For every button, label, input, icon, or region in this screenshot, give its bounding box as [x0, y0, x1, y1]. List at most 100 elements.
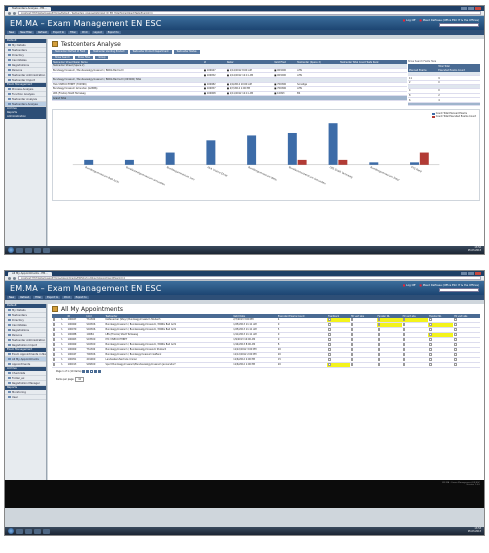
flag-checkbox[interactable] — [454, 348, 457, 351]
flag-checkbox[interactable] — [350, 358, 354, 361]
flag-checkbox[interactable] — [402, 318, 405, 321]
flag-checkbox[interactable] — [350, 343, 354, 346]
maximize-icon[interactable] — [468, 7, 474, 10]
close-icon[interactable] — [475, 7, 481, 10]
taskbar-app-icon[interactable] — [34, 247, 41, 253]
flag-checkbox[interactable] — [454, 318, 457, 321]
flag-checkbox[interactable] — [328, 353, 331, 356]
sidebar-section-administration[interactable]: Administration — [5, 115, 46, 119]
flag-checkbox[interactable] — [328, 343, 331, 346]
flag-checkbox[interactable] — [429, 358, 432, 361]
flag-checkbox[interactable] — [454, 328, 457, 331]
flag-checkbox[interactable] — [402, 328, 405, 331]
flag-checkbox[interactable] — [350, 318, 354, 321]
filter-testcenter-vending-product-button[interactable]: Testcenter Vending Product — [90, 50, 128, 54]
flag-checkbox[interactable] — [328, 333, 331, 336]
last-page-icon[interactable] — [98, 369, 102, 373]
forward-icon[interactable] — [13, 276, 16, 280]
taskbar-app-icon[interactable] — [43, 247, 50, 253]
flag-checkbox[interactable] — [350, 363, 354, 366]
flag-checkbox[interactable] — [377, 358, 380, 361]
back-icon[interactable] — [8, 11, 11, 15]
flag-checkbox[interactable] — [429, 343, 432, 346]
flag-checkbox[interactable] — [350, 353, 354, 356]
back-icon[interactable] — [8, 276, 11, 280]
current-page[interactable] — [90, 369, 94, 373]
bar-count-total-planned-exams-3[interactable] — [206, 140, 216, 166]
flag-checkbox[interactable] — [402, 348, 405, 351]
edit-icon[interactable]: ✎ — [61, 338, 63, 341]
flag-checkbox[interactable] — [454, 363, 457, 366]
bar-count-total-planned-exams-1[interactable] — [124, 160, 134, 166]
row-checkbox[interactable] — [53, 358, 56, 361]
row-checkbox[interactable] — [53, 318, 56, 321]
flag-checkbox[interactable] — [328, 318, 331, 321]
flag-checkbox[interactable] — [402, 343, 405, 346]
show-search-button[interactable]: Show Search — [52, 55, 73, 60]
flag-checkbox[interactable] — [429, 353, 432, 356]
flag-checkbox[interactable] — [377, 328, 380, 331]
toolbar-export-to-button[interactable]: Export to — [105, 30, 121, 35]
edit-icon[interactable]: ✎ — [61, 353, 63, 356]
row-checkbox[interactable] — [53, 333, 56, 336]
start-button[interactable] — [8, 247, 14, 253]
forward-icon[interactable] — [13, 11, 16, 15]
minimize-icon[interactable] — [461, 272, 467, 275]
flag-checkbox[interactable] — [350, 333, 354, 336]
flag-checkbox[interactable] — [377, 323, 380, 326]
start-button[interactable] — [8, 528, 14, 534]
taskbar-app-icon[interactable] — [25, 247, 32, 253]
flag-checkbox[interactable] — [328, 348, 331, 351]
row-checkbox[interactable] — [53, 353, 56, 356]
taskbar-app-icon[interactable] — [34, 528, 41, 534]
filter-testcenter-status-button[interactable]: Testcenter Status — [173, 50, 200, 54]
flag-checkbox[interactable] — [328, 338, 331, 341]
flag-checkbox[interactable] — [429, 328, 432, 331]
page-size-select[interactable]: 10 — [75, 376, 85, 382]
first-page-icon[interactable] — [82, 369, 86, 373]
bar-count-total-executed-exams-count-6[interactable] — [338, 160, 348, 166]
flag-checkbox[interactable] — [429, 363, 432, 366]
minimize-icon[interactable] — [461, 7, 467, 10]
search-input[interactable] — [439, 288, 479, 292]
toolbar-export-to-button[interactable]: Export to — [45, 295, 61, 300]
flag-checkbox[interactable] — [328, 323, 331, 326]
flag-checkbox[interactable] — [429, 338, 432, 341]
flag-checkbox[interactable] — [402, 338, 405, 341]
toolbar-print-button[interactable]: Print — [80, 30, 90, 35]
bar-count-total-planned-exams-8[interactable] — [410, 162, 420, 166]
flag-checkbox[interactable] — [377, 348, 380, 351]
prev-page-icon[interactable] — [86, 369, 90, 373]
user-link[interactable]: ■ Maud Delfosse (Office ESC IT & the Off… — [419, 284, 479, 287]
row-checkbox[interactable] — [53, 363, 56, 366]
flag-checkbox[interactable] — [377, 343, 380, 346]
toolbar-new-button[interactable]: New — [7, 295, 17, 300]
flag-checkbox[interactable] — [454, 333, 457, 336]
close-icon[interactable] — [475, 272, 481, 275]
taskbar-app-icon[interactable] — [16, 528, 23, 534]
toolbar-refresh-button[interactable]: Refresh — [36, 30, 50, 35]
flag-checkbox[interactable] — [454, 338, 457, 341]
flag-checkbox[interactable] — [350, 348, 354, 351]
flag-checkbox[interactable] — [402, 358, 405, 361]
bar-count-total-executed-exams-count-5[interactable] — [297, 160, 307, 166]
logoff-link[interactable]: ■ Log Off — [403, 284, 416, 287]
next-page-icon[interactable] — [94, 369, 98, 373]
row-checkbox[interactable] — [53, 348, 56, 351]
flag-checkbox[interactable] — [402, 363, 405, 366]
edit-icon[interactable]: ✎ — [61, 348, 63, 351]
edit-icon[interactable]: ✎ — [61, 318, 63, 321]
flag-checkbox[interactable] — [350, 338, 354, 341]
edit-icon[interactable]: ✎ — [61, 358, 63, 361]
browser-tab[interactable]: Testcenters Analyse - EM... — [8, 6, 51, 11]
flag-checkbox[interactable] — [454, 323, 457, 326]
url-input[interactable]: localhost:7357/default.aspx#!Home/Appoin… — [18, 276, 481, 280]
flag-checkbox[interactable] — [377, 333, 380, 336]
flag-checkbox[interactable] — [350, 323, 354, 326]
group-button[interactable]: Group — [95, 55, 109, 60]
edit-icon[interactable]: ✎ — [61, 343, 63, 346]
flag-checkbox[interactable] — [377, 338, 380, 341]
url-input[interactable]: localhost:7357/default.aspx#!Home/Defaul… — [18, 11, 481, 15]
browser-tab[interactable]: All My Appointments - EM... — [8, 271, 52, 276]
flag-checkbox[interactable] — [402, 353, 405, 356]
